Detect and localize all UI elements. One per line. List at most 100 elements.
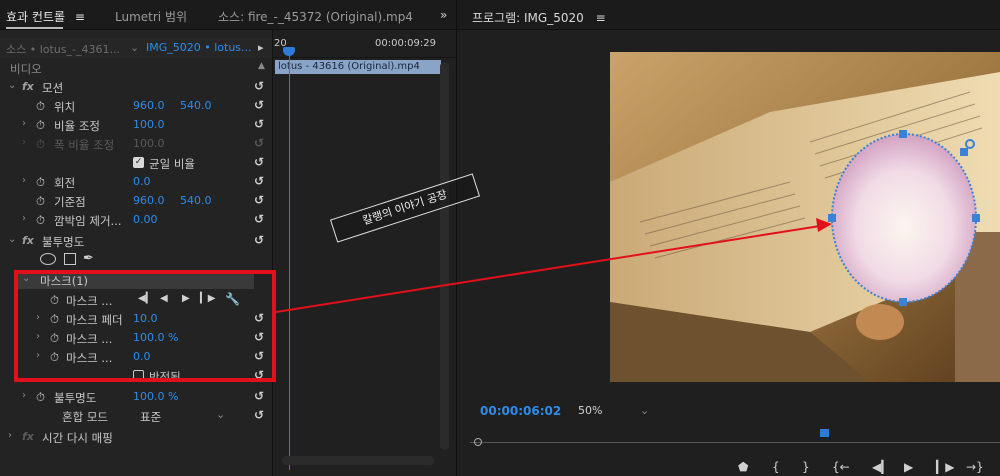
mask-feather-value[interactable]: 10.0	[133, 312, 158, 325]
zoom-level-select[interactable]: 50% ⌄	[578, 404, 649, 417]
scale-value[interactable]: 100.0	[133, 118, 165, 131]
program-video-frame[interactable]	[610, 52, 1000, 382]
reset-icon[interactable]: ↺	[254, 349, 264, 363]
expand-chevron-icon[interactable]: ›	[36, 350, 40, 361]
reset-icon[interactable]: ↺	[254, 79, 264, 93]
expand-chevron-icon[interactable]: ›	[22, 118, 26, 129]
rotation-value[interactable]: 0.0	[133, 175, 151, 188]
fx-icon[interactable]: fx	[22, 80, 34, 93]
go-to-in-icon[interactable]: {←	[832, 460, 850, 474]
reset-icon[interactable]: ↺	[254, 117, 264, 131]
mark-in-icon[interactable]: {	[772, 460, 780, 474]
timeline-ruler[interactable]: 20 00:00:09:29	[273, 30, 456, 58]
playhead-timecode[interactable]: 00:00:06:02	[480, 404, 561, 418]
opacity-effect-row[interactable]: ⌄ fx 불투명도 ↺	[0, 231, 272, 250]
add-marker-icon[interactable]: ⬟	[738, 460, 748, 474]
motion-effect-row[interactable]: ⌄ fx 모션 ↺	[0, 77, 272, 96]
reset-icon[interactable]: ↺	[254, 212, 264, 226]
source-label[interactable]: 소스 • lotus_-_4361...	[6, 41, 120, 57]
stopwatch-icon[interactable]: ⏱	[36, 213, 45, 228]
anchor-y-value[interactable]: 540.0	[180, 194, 212, 207]
track-backward-one-icon[interactable]: ◀▎	[138, 293, 153, 304]
sequence-clip-selector[interactable]: IMG_5020 • lotus...	[146, 41, 252, 54]
stopwatch-icon[interactable]: ⏱	[36, 99, 45, 114]
pen-mask-icon[interactable]: ✒	[83, 251, 94, 266]
vertical-scrollbar[interactable]	[440, 62, 449, 450]
reset-icon[interactable]: ↺	[254, 155, 264, 169]
stopwatch-icon[interactable]: ⏱	[36, 194, 45, 209]
mask-row[interactable]: ⌄ 마스크(1)	[18, 270, 254, 289]
flicker-value[interactable]: 0.00	[133, 213, 158, 226]
reset-icon[interactable]: ↺	[254, 408, 264, 422]
stopwatch-icon[interactable]: ⏱	[36, 175, 45, 190]
in-point-marker-icon[interactable]	[474, 438, 482, 446]
step-back-icon[interactable]: ◀▎	[872, 460, 890, 474]
anchor-x-value[interactable]: 960.0	[133, 194, 165, 207]
wrench-icon[interactable]: 🔧	[225, 292, 240, 306]
reset-icon[interactable]: ↺	[254, 330, 264, 344]
reset-icon[interactable]: ↺	[254, 98, 264, 112]
expand-chevron-icon[interactable]: ›	[36, 331, 40, 342]
reset-icon[interactable]: ↺	[254, 389, 264, 403]
go-to-out-icon[interactable]: →}	[966, 460, 984, 474]
expand-chevron-icon[interactable]: ›	[22, 213, 26, 224]
mark-out-icon[interactable]: }	[802, 460, 810, 474]
play-icon[interactable]: ▶	[904, 460, 913, 474]
collapse-up-icon[interactable]: ▲	[258, 61, 265, 71]
blend-mode-select[interactable]: 표준	[140, 409, 161, 425]
stopwatch-icon[interactable]: ⏱	[36, 118, 45, 133]
monitor-playhead[interactable]	[820, 429, 829, 437]
inverted-checkbox[interactable]	[133, 370, 144, 381]
expand-chevron-icon[interactable]: ⌄	[22, 273, 30, 284]
ellipse-mask-icon[interactable]	[40, 253, 56, 265]
expand-chevron-icon[interactable]: ⌄	[8, 234, 16, 245]
stopwatch-icon[interactable]: ⏱	[50, 331, 59, 346]
fx-icon[interactable]: fx	[22, 430, 34, 443]
mask-expansion-value[interactable]: 0.0	[133, 350, 151, 363]
tab-effect-controls[interactable]: 효과 컨트롤 ≡	[6, 8, 85, 29]
rectangle-mask-icon[interactable]	[64, 253, 76, 265]
monitor-timebar[interactable]	[470, 429, 1000, 448]
track-forward-one-icon[interactable]: ▎▶	[200, 293, 215, 304]
stopwatch-icon[interactable]: ⏱	[36, 390, 45, 405]
playhead-line[interactable]	[289, 50, 290, 470]
chevron-down-icon[interactable]: ⌄	[216, 408, 225, 421]
overflow-icon[interactable]: »	[440, 8, 447, 22]
mask-opacity-value[interactable]: 100.0 %	[133, 331, 178, 344]
play-toggle-icon[interactable]: ▸	[258, 41, 264, 54]
step-forward-icon[interactable]: ▎▶	[936, 460, 954, 474]
timeline-clip[interactable]: lotus - 43616 (Original).mp4	[275, 60, 441, 74]
uniform-scale-checkbox[interactable]: ✓	[133, 157, 144, 168]
stopwatch-icon[interactable]: ⏱	[50, 293, 59, 308]
stopwatch-icon[interactable]: ⏱	[50, 312, 59, 327]
reset-icon[interactable]: ↺	[254, 193, 264, 207]
chevron-down-icon[interactable]: ⌄	[640, 404, 649, 417]
time-remap-row[interactable]: › fx 시간 다시 매핑	[0, 427, 272, 446]
expand-chevron-icon[interactable]: ›	[22, 175, 26, 186]
reset-icon[interactable]: ↺	[254, 174, 264, 188]
reset-icon[interactable]: ↺	[254, 233, 264, 247]
expand-chevron-icon[interactable]: ⌄	[8, 80, 16, 91]
track-backward-icon[interactable]: ◀	[160, 293, 168, 304]
reset-icon[interactable]: ↺	[254, 368, 264, 382]
expand-chevron-icon[interactable]: ›	[22, 390, 26, 401]
position-x-value[interactable]: 960.0	[133, 99, 165, 112]
mask-path-row: ⏱ 마스크 ... ◀▎ ◀ ▶ ▎▶ 🔧	[50, 292, 240, 308]
fx-icon[interactable]: fx	[22, 234, 34, 247]
mask-opacity-row: › ⏱ 마스크 ... 100.0 % ↺	[36, 330, 265, 346]
chevron-down-icon[interactable]: ⌄	[130, 41, 139, 54]
opacity-value[interactable]: 100.0 %	[133, 390, 178, 403]
panel-menu-icon[interactable]: ≡	[75, 10, 85, 24]
panel-menu-icon[interactable]: ≡	[596, 11, 606, 25]
program-monitor-title[interactable]: 프로그램: IMG_5020 ≡	[472, 9, 606, 26]
tab-source[interactable]: 소스: fire_-_45372 (Original).mp4	[218, 8, 413, 25]
reset-icon[interactable]: ↺	[254, 311, 264, 325]
track-forward-icon[interactable]: ▶	[182, 293, 190, 304]
effect-controls-panel: 효과 컨트롤 ≡ Lumetri 범위 소스: fire_-_45372 (Or…	[0, 0, 456, 476]
stopwatch-icon[interactable]: ⏱	[50, 350, 59, 365]
tab-lumetri-scopes[interactable]: Lumetri 범위	[115, 8, 187, 25]
horizontal-scrollbar[interactable]	[282, 456, 434, 465]
expand-chevron-icon[interactable]: ›	[8, 430, 12, 441]
expand-chevron-icon[interactable]: ›	[36, 312, 40, 323]
position-y-value[interactable]: 540.0	[180, 99, 212, 112]
